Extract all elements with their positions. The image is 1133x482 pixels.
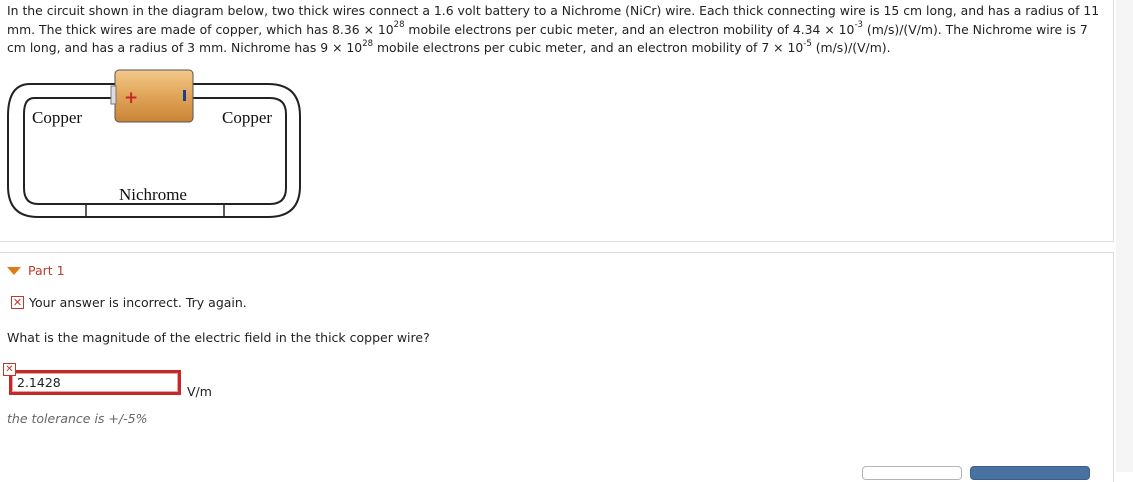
battery-plus-sign: + <box>124 88 138 108</box>
scrollbar-track[interactable] <box>1116 0 1133 472</box>
battery-minus-sign <box>183 90 186 101</box>
submit-button[interactable] <box>970 466 1090 480</box>
incorrect-icon: ✕ <box>11 296 24 309</box>
input-error-icon: ✕ <box>3 363 16 376</box>
part-1-toggle[interactable]: Part 1 <box>7 263 65 278</box>
part-title: Part 1 <box>28 263 65 278</box>
tolerance-note: the tolerance is +/-5% <box>7 411 148 426</box>
feedback-text: Your answer is incorrect. Try again. <box>29 295 247 310</box>
problem-statement: In the circuit shown in the diagram belo… <box>7 3 1100 55</box>
nichrome-label: Nichrome <box>119 185 187 204</box>
part-panel <box>0 252 1114 482</box>
question-panel: In the circuit shown in the diagram belo… <box>0 0 1114 242</box>
caret-down-icon <box>7 266 21 275</box>
copper-label-right: Copper <box>222 108 272 127</box>
unit-label: V/m <box>187 384 212 399</box>
answer-input[interactable] <box>9 370 181 395</box>
circuit-diagram: + Copper Copper Nichrome <box>7 69 301 218</box>
copper-label-left: Copper <box>32 108 82 127</box>
question-prompt: What is the magnitude of the electric fi… <box>7 330 430 345</box>
feedback-message: ✕ Your answer is incorrect. Try again. <box>11 295 247 310</box>
secondary-button[interactable] <box>862 466 962 480</box>
